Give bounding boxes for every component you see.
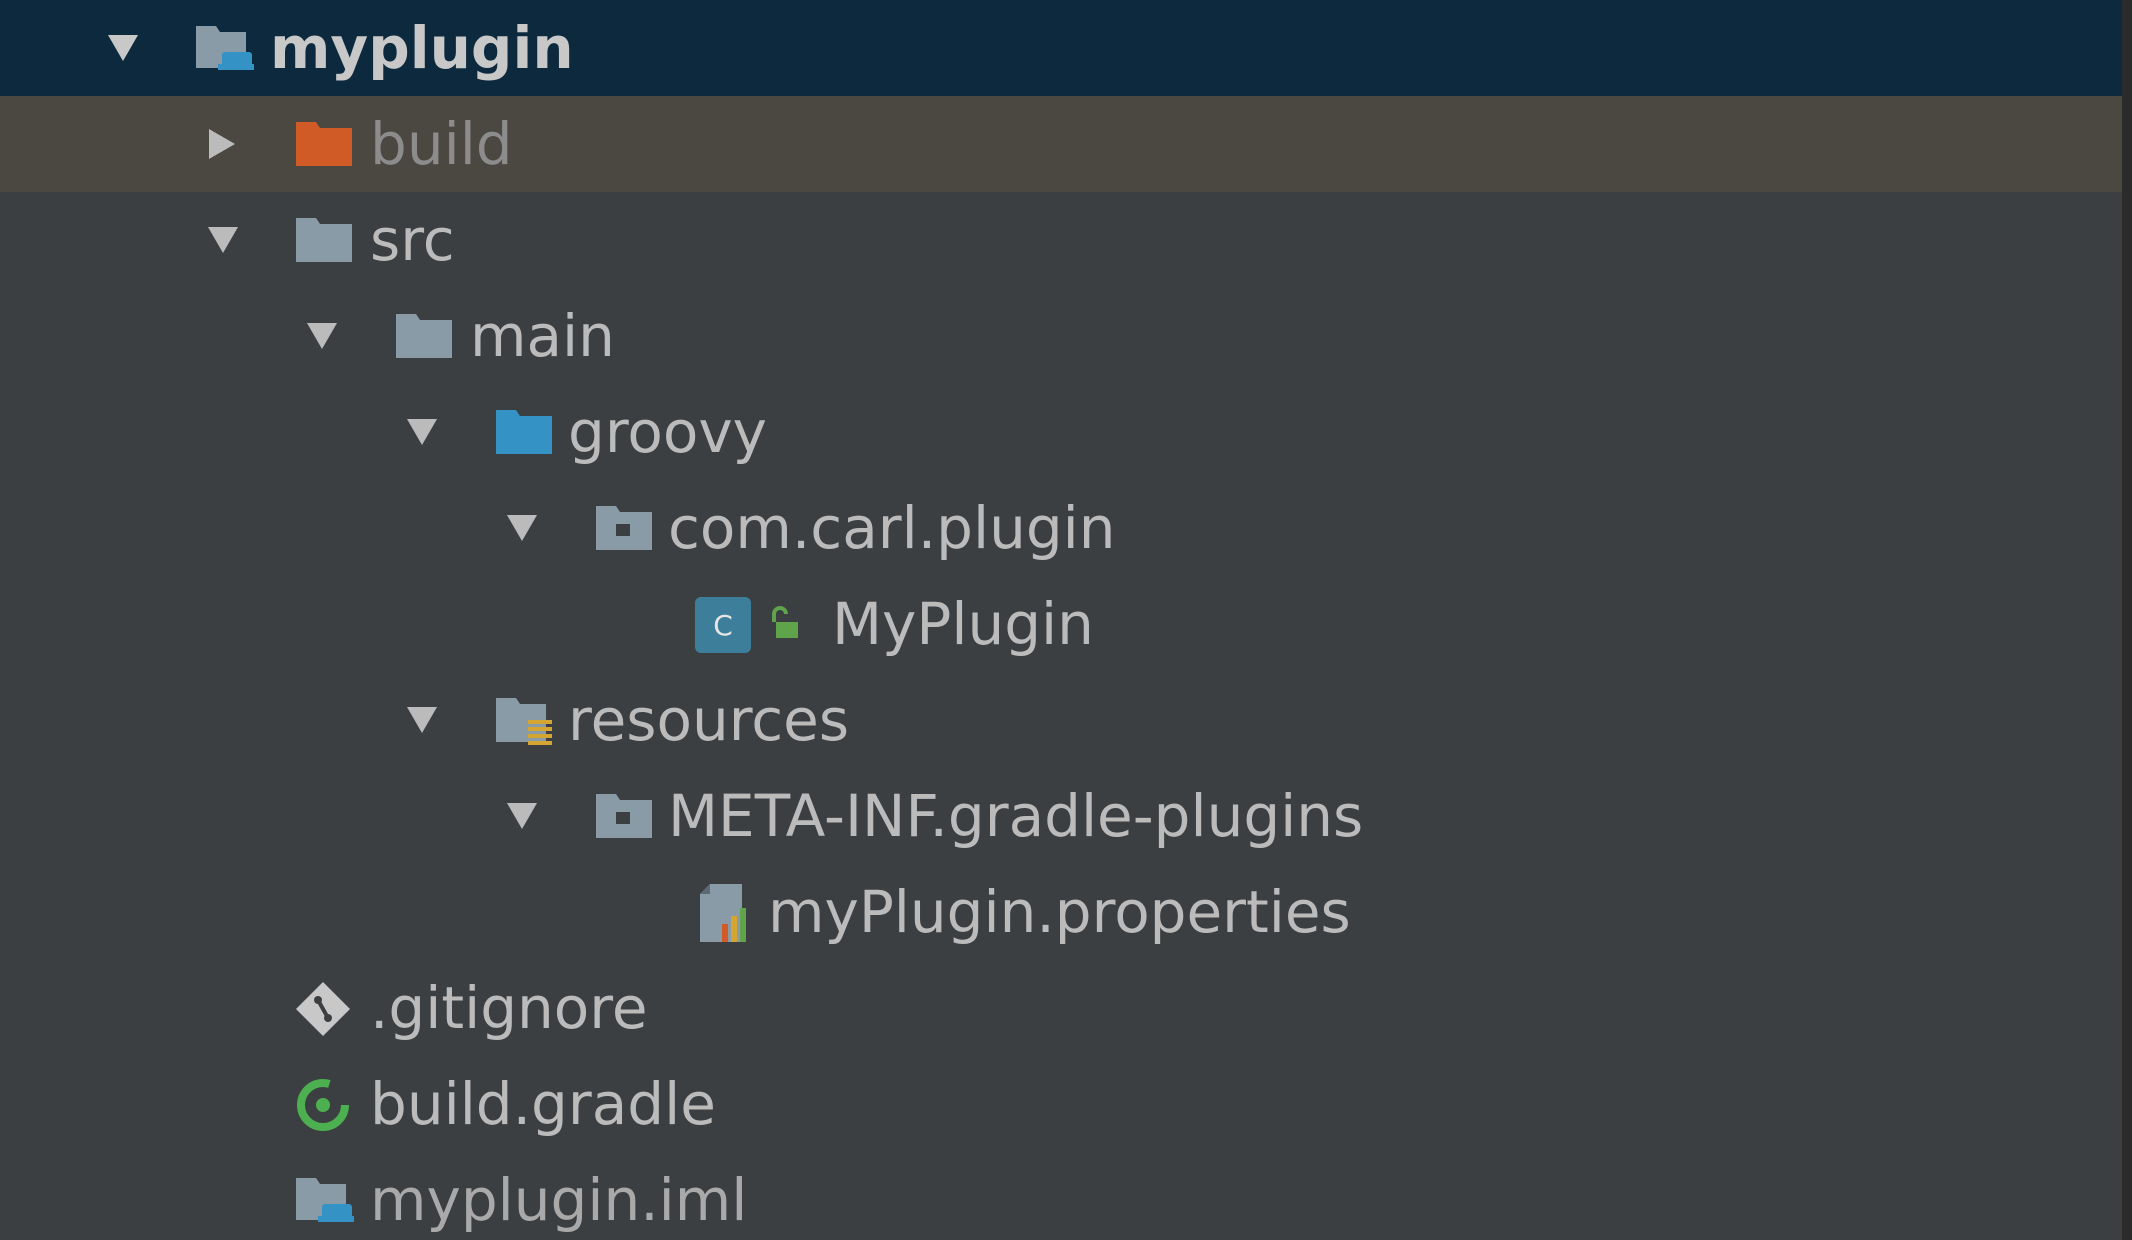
expand-arrow-icon[interactable] [103, 28, 143, 68]
tree-row-properties[interactable]: myPlugin.properties [0, 864, 2122, 960]
tree-row-main[interactable]: main [0, 288, 2122, 384]
tree-label: groovy [568, 398, 768, 466]
tree-row-class[interactable]: C MyPlugin [0, 576, 2122, 672]
tree-row-gitignore[interactable]: .gitignore [0, 960, 2122, 1056]
access-modifier-icon [770, 604, 806, 644]
folder-icon [394, 310, 456, 362]
resources-folder-icon [494, 694, 556, 746]
tree-label: myplugin [270, 14, 574, 82]
tree-label: .gitignore [370, 974, 648, 1042]
tree-label: com.carl.plugin [668, 494, 1116, 562]
tree-row-myplugin[interactable]: myplugin [0, 0, 2122, 96]
tree-row-iml[interactable]: myplugin.iml [0, 1152, 2122, 1240]
tree-row-src[interactable]: src [0, 192, 2122, 288]
package-icon [594, 790, 656, 842]
excluded-folder-icon [294, 118, 356, 170]
module-file-icon [294, 1174, 356, 1226]
tree-label: main [470, 302, 615, 370]
expand-arrow-icon[interactable] [402, 412, 442, 452]
source-root-folder-icon [494, 406, 556, 458]
properties-file-icon [698, 882, 758, 944]
tree-label: build [370, 110, 513, 178]
project-tree: myplugin build src main groovy com.carl.… [0, 0, 2132, 1240]
collapsed-arrow-icon[interactable] [202, 124, 242, 164]
vertical-scrollbar[interactable] [2122, 0, 2132, 1240]
expand-arrow-icon[interactable] [302, 316, 342, 356]
tree-row-build[interactable]: build [0, 96, 2122, 192]
expand-arrow-icon[interactable] [402, 700, 442, 740]
expand-arrow-icon[interactable] [203, 220, 243, 260]
folder-icon [294, 214, 356, 266]
tree-label: src [370, 206, 455, 274]
gradle-icon [294, 1076, 352, 1134]
tree-label: META-INF.gradle-plugins [668, 782, 1364, 850]
tree-row-meta-inf[interactable]: META-INF.gradle-plugins [0, 768, 2122, 864]
tree-row-build-gradle[interactable]: build.gradle [0, 1056, 2122, 1152]
tree-label: MyPlugin [832, 590, 1094, 658]
module-folder-icon [194, 22, 256, 74]
tree-row-groovy[interactable]: groovy [0, 384, 2122, 480]
tree-label: resources [568, 686, 850, 754]
tree-label: myPlugin.properties [768, 878, 1351, 946]
package-icon [594, 502, 656, 554]
class-badge-letter: C [713, 609, 733, 642]
expand-arrow-icon[interactable] [502, 796, 542, 836]
tree-row-resources[interactable]: resources [0, 672, 2122, 768]
tree-label: myplugin.iml [370, 1166, 748, 1234]
groovy-class-icon: C [694, 596, 752, 654]
tree-label: build.gradle [370, 1070, 716, 1138]
tree-row-package[interactable]: com.carl.plugin [0, 480, 2122, 576]
git-icon [294, 980, 352, 1038]
expand-arrow-icon[interactable] [502, 508, 542, 548]
